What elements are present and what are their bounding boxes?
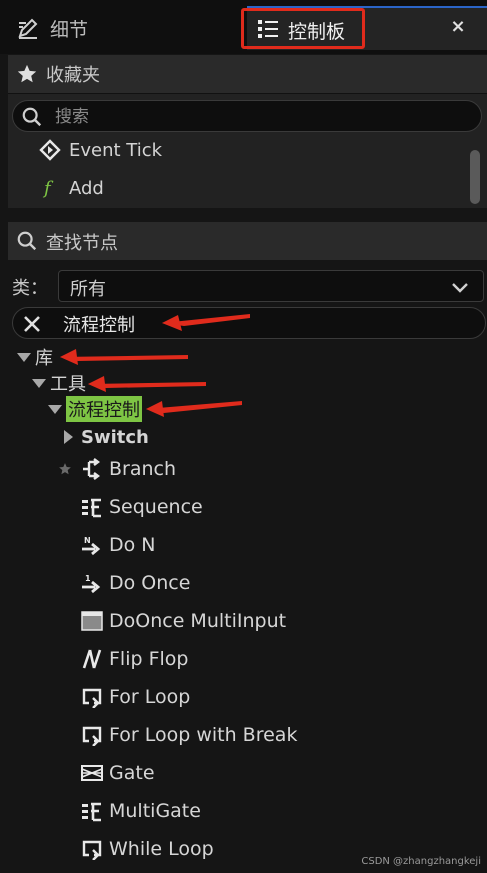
doonce-multiinput-icon [80, 609, 104, 633]
close-tab-icon[interactable]: × [447, 16, 469, 38]
tree-category-library[interactable]: 库 [17, 346, 53, 369]
search-icon [22, 107, 42, 127]
tree-label: Switch [81, 426, 149, 448]
annotation-arrow [60, 349, 188, 365]
tree-label: 工具 [50, 374, 86, 395]
multigate-icon [80, 799, 104, 823]
annotation-arrow [162, 314, 250, 331]
function-icon: f [38, 176, 62, 200]
favorites-scrollbar[interactable] [470, 150, 480, 204]
favorites-panel: Event Tick f Add [8, 94, 487, 208]
node-item-gate[interactable]: Gate [80, 758, 155, 788]
node-item-for-loop-with-break[interactable]: For Loop with Break [80, 720, 297, 750]
favorites-title: 收藏夹 [46, 65, 100, 86]
expand-triangle-icon [48, 404, 62, 414]
tab-details-label: 细节 [50, 18, 89, 41]
node-item-do-once[interactable]: 1 Do Once [80, 568, 190, 598]
annotation-highlight-box [241, 8, 365, 49]
node-label: Sequence [109, 496, 203, 518]
tree-category-flow-control[interactable]: 流程控制 [48, 396, 142, 422]
annotation-arrow [146, 401, 242, 417]
sequence-icon [80, 495, 104, 519]
clear-icon[interactable] [22, 314, 42, 334]
node-item-for-loop[interactable]: For Loop [80, 682, 190, 712]
chevron-down-icon [452, 283, 468, 293]
category-label: 类： [12, 278, 48, 299]
node-label: While Loop [109, 838, 214, 860]
node-label: DoOnce MultiInput [109, 610, 287, 632]
do-n-icon: N [80, 533, 104, 557]
do-once-icon: 1 [80, 571, 104, 595]
node-item-doonce-multiinput[interactable]: DoOnce MultiInput [80, 606, 286, 636]
filter-value: 流程控制 [63, 315, 135, 336]
find-node-header[interactable]: 查找节点 [8, 222, 487, 260]
node-label: For Loop with Break [109, 724, 298, 746]
node-item-while-loop[interactable]: While Loop [80, 834, 214, 864]
favorite-item-add[interactable]: f Add [38, 173, 104, 203]
category-dropdown[interactable]: 所有 [58, 270, 484, 302]
node-label: Do Once [109, 572, 191, 594]
expand-triangle-icon [17, 352, 31, 362]
flip-flop-icon [80, 647, 104, 671]
star-icon[interactable] [58, 462, 72, 476]
star-icon [17, 64, 37, 83]
favorites-header[interactable]: 收藏夹 [8, 55, 487, 94]
favorite-item-event-tick[interactable]: Event Tick [38, 135, 162, 165]
find-node-title: 查找节点 [46, 233, 118, 254]
favorite-item-label: Add [69, 177, 104, 199]
tree-category-switch[interactable]: Switch [64, 426, 149, 448]
favorites-search-box[interactable] [12, 100, 482, 132]
favorites-search-input[interactable] [53, 104, 457, 130]
category-value: 所有 [70, 279, 106, 300]
annotation-arrow [88, 376, 206, 392]
expand-triangle-icon [32, 378, 46, 388]
watermark: CSDN @zhangzhangkeji [361, 856, 481, 867]
node-label: MultiGate [109, 800, 201, 822]
node-label: Branch [109, 458, 177, 480]
node-label: Do N [109, 534, 156, 556]
node-item-multigate[interactable]: MultiGate [80, 796, 201, 826]
search-icon [17, 231, 37, 251]
gate-icon [80, 761, 104, 785]
for-loop-icon [80, 685, 104, 709]
tree-label: 库 [35, 348, 53, 369]
node-item-branch[interactable]: Branch [80, 454, 176, 484]
node-label: For Loop [109, 686, 191, 708]
pencil-icon [18, 18, 38, 39]
for-loop-break-icon [80, 723, 104, 747]
branch-icon [80, 457, 104, 481]
collapsed-triangle-icon [64, 430, 73, 444]
favorite-item-label: Event Tick [69, 139, 163, 161]
svg-text:f: f [42, 178, 54, 199]
while-loop-icon [80, 837, 104, 861]
event-icon [38, 138, 62, 162]
svg-text:1: 1 [85, 574, 91, 583]
tree-category-utilities[interactable]: 工具 [32, 372, 86, 395]
tree-label-highlighted: 流程控制 [66, 396, 142, 422]
node-item-do-n[interactable]: N Do N [80, 530, 156, 560]
node-item-flip-flop[interactable]: Flip Flop [80, 644, 188, 674]
svg-text:N: N [84, 536, 91, 545]
node-label: Gate [109, 762, 155, 784]
node-item-sequence[interactable]: Sequence [80, 492, 203, 522]
tab-details[interactable]: 细节 [0, 6, 240, 50]
node-label: Flip Flop [109, 648, 189, 670]
